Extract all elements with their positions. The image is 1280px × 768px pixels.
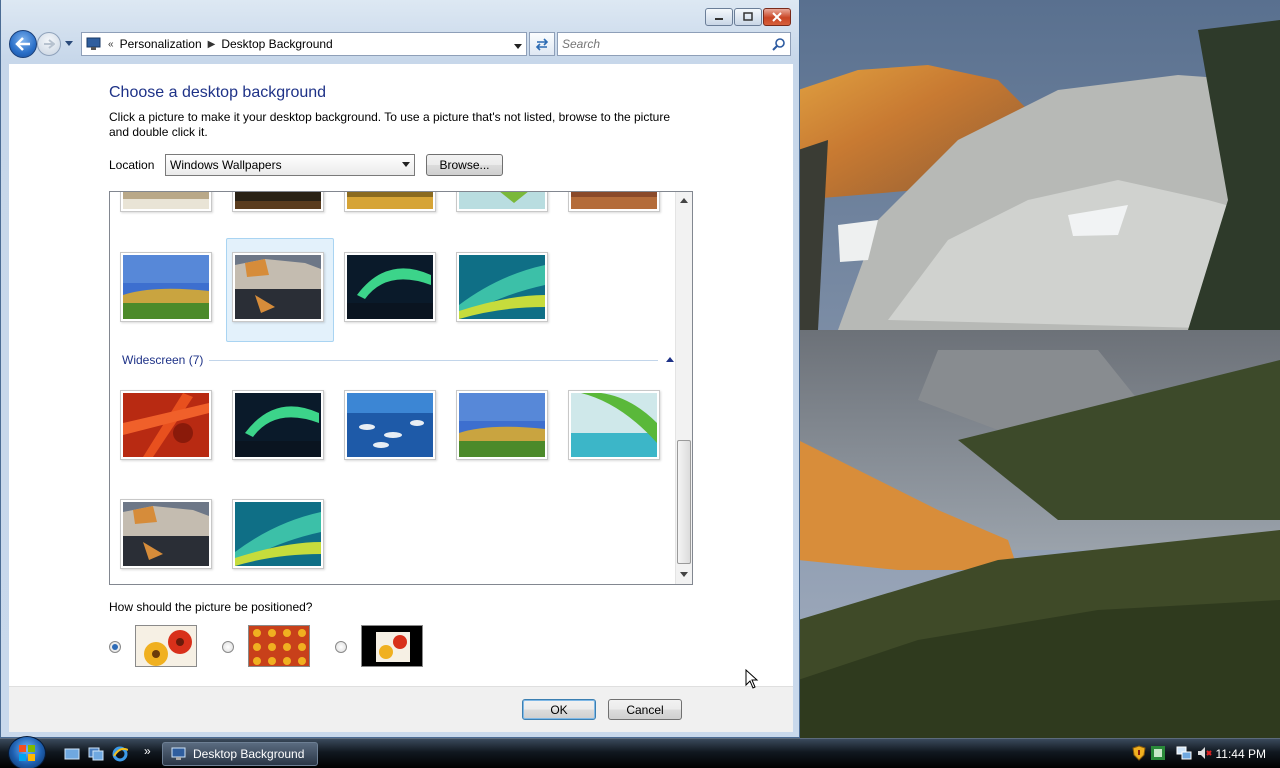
search-icon[interactable] <box>772 37 786 51</box>
ok-button[interactable]: OK <box>522 699 596 720</box>
wallpaper-thumbnail[interactable] <box>120 252 212 322</box>
forward-arrow-icon <box>44 39 55 49</box>
chevron-down-icon <box>402 162 410 167</box>
quick-launch-overflow[interactable]: » <box>144 744 151 758</box>
scroll-up-icon[interactable] <box>680 198 688 204</box>
system-clock[interactable]: 11:44 PM <box>1216 747 1266 761</box>
switch-windows-icon[interactable] <box>88 746 104 762</box>
cancel-button[interactable]: Cancel <box>608 699 682 720</box>
windows-logo-icon <box>19 745 35 761</box>
dialog-button-bar: OK Cancel <box>9 686 793 732</box>
wallpaper-thumbnail[interactable] <box>232 390 324 460</box>
position-question: How should the picture be positioned? <box>109 600 313 614</box>
wallpaper-thumbnail[interactable] <box>344 252 436 322</box>
address-bar[interactable]: « Personalization ▶ Desktop Background <box>81 32 527 56</box>
scroll-down-icon[interactable] <box>680 572 688 578</box>
position-fit-preview[interactable] <box>135 625 197 667</box>
flower-center-image <box>362 626 422 666</box>
forward-button[interactable] <box>37 32 61 56</box>
minimize-button[interactable] <box>705 8 733 26</box>
location-value: Windows Wallpapers <box>170 158 282 172</box>
back-button[interactable] <box>9 30 37 58</box>
group-label: Widescreen (7) <box>122 353 204 367</box>
wallpaper-thumbnail[interactable] <box>120 192 212 212</box>
refresh-button[interactable] <box>529 32 555 56</box>
security-shield-icon[interactable] <box>1132 745 1146 761</box>
location-select[interactable]: Windows Wallpapers <box>165 154 415 176</box>
page-title: Choose a desktop background <box>109 84 327 101</box>
wallpaper-thumbnail[interactable] <box>456 390 548 460</box>
wallpaper-thumbnail[interactable] <box>344 192 436 212</box>
navigation-bar: « Personalization ▶ Desktop Background <box>9 30 791 58</box>
flower-fit-image <box>136 626 196 666</box>
position-fit-radio[interactable] <box>109 641 121 653</box>
wallpaper-thumbnail[interactable] <box>120 390 212 460</box>
wallpaper-thumbnail[interactable] <box>456 192 548 212</box>
windows-defender-icon[interactable] <box>1150 745 1166 761</box>
close-button[interactable] <box>763 8 791 26</box>
browse-button[interactable]: Browse... <box>426 154 503 176</box>
search-box[interactable] <box>557 32 791 56</box>
show-desktop-icon[interactable] <box>64 746 80 762</box>
caption-buttons <box>705 8 791 26</box>
internet-explorer-icon[interactable] <box>112 746 128 762</box>
collapse-chevron-icon[interactable] <box>666 357 674 363</box>
position-center-radio[interactable] <box>335 641 347 653</box>
wallpaper-thumbnail[interactable] <box>568 192 660 212</box>
chevron-down-icon <box>65 41 73 46</box>
wallpaper-thumbnail[interactable] <box>232 192 324 212</box>
network-icon[interactable] <box>1176 745 1192 761</box>
location-label: Location <box>109 158 155 172</box>
taskbar-button-desktop-background[interactable]: Desktop Background <box>162 742 318 766</box>
control-panel-icon <box>171 747 186 760</box>
wallpaper-thumbnail[interactable] <box>568 390 660 460</box>
volume-muted-icon[interactable] <box>1196 745 1212 761</box>
page-description: Click a picture to make it your desktop … <box>109 110 671 139</box>
wallpaper-thumbnail[interactable] <box>120 499 212 569</box>
maximize-button[interactable] <box>734 8 762 26</box>
maximize-icon <box>743 12 753 21</box>
wallpaper-thumbnail[interactable] <box>456 252 548 322</box>
gallery-scrollbar[interactable] <box>675 192 692 584</box>
scroll-thumb[interactable] <box>677 440 691 564</box>
chevron-down-icon <box>514 44 522 49</box>
back-arrow-icon <box>15 37 30 51</box>
wallpaper-gallery[interactable]: Widescreen (7) <box>109 191 693 585</box>
breadcrumb-personalization[interactable]: Personalization <box>120 37 202 51</box>
breadcrumb-separator-icon[interactable]: ▶ <box>208 39 216 50</box>
position-center-preview[interactable] <box>361 625 423 667</box>
breadcrumb-overflow-icon[interactable]: « <box>108 39 114 50</box>
recent-pages-dropdown[interactable] <box>63 41 75 47</box>
wallpaper-thumbnail[interactable] <box>344 390 436 460</box>
flower-tile-image <box>249 626 309 666</box>
refresh-icon <box>535 38 549 51</box>
start-button[interactable] <box>8 736 46 768</box>
address-dropdown-button[interactable] <box>514 39 522 53</box>
position-tile-radio[interactable] <box>222 641 234 653</box>
group-divider <box>209 359 658 361</box>
content-pane: Choose a desktop background Click a pict… <box>9 64 793 686</box>
wallpaper-thumbnail[interactable] <box>232 499 324 569</box>
minimize-icon <box>715 18 723 20</box>
control-panel-icon <box>86 37 101 50</box>
close-icon <box>772 12 782 22</box>
position-tile-preview[interactable] <box>248 625 310 667</box>
desktop-background-window: « Personalization ▶ Desktop Background C… <box>0 0 800 738</box>
taskbar-button-label: Desktop Background <box>193 747 305 761</box>
widescreen-group-header[interactable]: Widescreen (7) <box>122 352 674 368</box>
desktop-wallpaper-image <box>798 0 1280 738</box>
mouse-cursor-icon <box>745 669 759 689</box>
wallpaper-thumbnail[interactable] <box>232 252 324 322</box>
breadcrumb-desktop-background[interactable]: Desktop Background <box>221 37 332 51</box>
taskbar: » Desktop Background 11:44 PM <box>0 736 1280 768</box>
search-input[interactable] <box>558 33 758 55</box>
